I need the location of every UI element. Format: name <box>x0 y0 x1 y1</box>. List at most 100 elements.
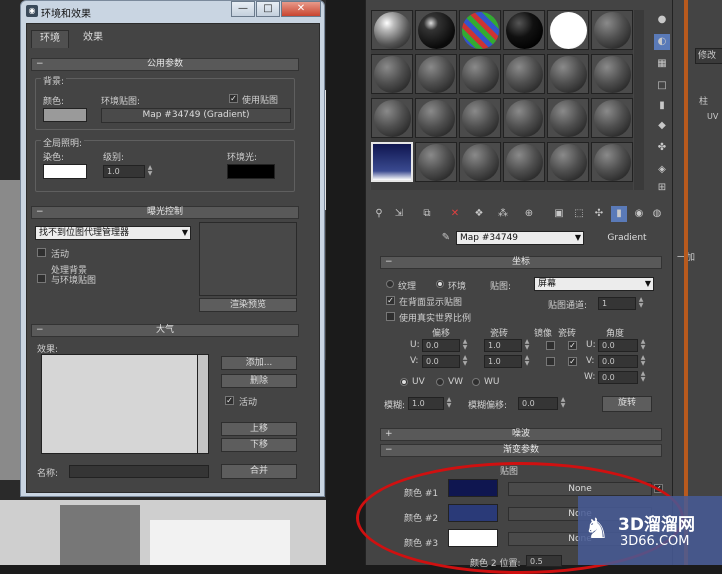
rotate-button[interactable]: 旋转 <box>602 396 652 412</box>
spinner-arrows-icon[interactable]: ▲ ▼ <box>523 355 531 367</box>
background-checker-icon[interactable]: ▦ <box>654 56 670 72</box>
effects-list[interactable] <box>41 354 209 454</box>
move-down-button[interactable]: 下移 <box>221 438 297 452</box>
u-tiling-spinner[interactable]: 1.0 <box>484 339 522 352</box>
show-map-icon[interactable]: ⬚ <box>571 206 587 222</box>
spinner-arrows-icon[interactable]: ▲ ▼ <box>523 339 531 351</box>
level-spinner[interactable]: 1.0 <box>103 165 145 178</box>
put-to-library-icon[interactable]: ⊕ <box>521 206 537 222</box>
modify-label[interactable]: 修改 <box>695 48 722 64</box>
sample-slots-scrollbar[interactable] <box>634 10 644 190</box>
tab-effects[interactable]: 效果 <box>75 30 111 48</box>
background-color-swatch[interactable] <box>43 108 87 122</box>
w-angle-spinner[interactable]: 0.0 <box>598 371 638 384</box>
make-unique-icon[interactable]: ⁂ <box>495 206 511 222</box>
spinner-arrows-icon[interactable]: ▲ ▼ <box>146 165 154 177</box>
show-map-on-back-checkbox[interactable]: ✓ <box>386 296 395 305</box>
effects-list-scrollbar[interactable] <box>197 354 209 454</box>
v-offset-spinner[interactable]: 0.0 <box>422 355 460 368</box>
pick-material-icon[interactable]: ◍ <box>649 206 665 222</box>
backlight-icon[interactable]: ◐ <box>654 34 670 50</box>
maximize-button[interactable]: □ <box>256 1 280 17</box>
sample-slot[interactable] <box>459 142 501 182</box>
eyedropper-icon[interactable]: ✎ <box>438 230 454 246</box>
exposure-header[interactable]: − 曝光控制 <box>31 206 299 219</box>
render-preview-button[interactable]: 渲染预览 <box>199 298 297 312</box>
video-color-check-icon[interactable]: ▮ <box>654 98 670 114</box>
u-offset-spinner[interactable]: 0.0 <box>422 339 460 352</box>
sample-slot[interactable] <box>415 54 457 94</box>
get-material-icon[interactable]: ⚲ <box>371 206 387 222</box>
v-tiling-spinner[interactable]: 1.0 <box>484 355 522 368</box>
go-to-parent-icon[interactable]: ▮ <box>611 206 627 222</box>
sample-slot[interactable] <box>591 98 633 138</box>
common-params-header[interactable]: − 公用参数 <box>31 58 299 71</box>
real-world-checkbox[interactable] <box>386 312 395 321</box>
wu-radio[interactable] <box>472 378 480 386</box>
blur-spinner[interactable]: 1.0 <box>408 397 444 410</box>
exposure-active-checkbox[interactable] <box>37 248 46 257</box>
sample-slot[interactable] <box>503 10 545 50</box>
title-bar[interactable]: ◉ 环境和效果 — □ ✕ <box>21 1 324 21</box>
sample-slot[interactable] <box>591 54 633 94</box>
assign-material-icon[interactable]: ⧉ <box>419 206 435 222</box>
mapping-dropdown[interactable]: 屏幕 ▼ <box>534 277 654 291</box>
sample-slot[interactable] <box>415 98 457 138</box>
delete-effect-button[interactable]: 删除 <box>221 374 297 388</box>
blur-offset-spinner[interactable]: 0.0 <box>518 397 558 410</box>
v-tile-checkbox[interactable]: ✓ <box>568 357 577 366</box>
u-tile-checkbox[interactable]: ✓ <box>568 341 577 350</box>
sample-slot[interactable] <box>591 142 633 182</box>
vw-radio[interactable] <box>436 378 444 386</box>
effect-name-field[interactable] <box>69 465 209 478</box>
environ-radio[interactable] <box>436 280 444 288</box>
exposure-type-dropdown[interactable]: 找不到位图代理管理器 ▼ <box>35 226 191 240</box>
map-channel-spinner[interactable]: 1 <box>598 297 636 310</box>
uv-radio[interactable] <box>400 378 408 386</box>
tint-color-swatch[interactable] <box>43 164 87 179</box>
sample-slot[interactable] <box>591 10 633 50</box>
material-id-icon[interactable]: ▣ <box>551 206 567 222</box>
show-end-result-icon[interactable]: ✣ <box>591 206 607 222</box>
spinner-arrows-icon[interactable]: ▲ ▼ <box>639 371 647 383</box>
sample-type-icon[interactable]: ● <box>654 12 670 28</box>
sample-slot[interactable] <box>459 98 501 138</box>
map-type-button[interactable]: Gradient <box>592 231 662 245</box>
close-button[interactable]: ✕ <box>281 1 321 17</box>
v-mirror-checkbox[interactable] <box>546 357 555 366</box>
sample-slot[interactable] <box>503 142 545 182</box>
options-icon[interactable]: ✤ <box>654 140 670 156</box>
spinner-arrows-icon[interactable]: ▲ ▼ <box>461 339 469 351</box>
u-angle-spinner[interactable]: 0.0 <box>598 339 638 352</box>
atmosphere-header[interactable]: − 大气 <box>31 324 299 337</box>
sample-slot[interactable] <box>459 54 501 94</box>
texture-radio[interactable] <box>386 280 394 288</box>
copy-material-icon[interactable]: ❖ <box>471 206 487 222</box>
sample-slot[interactable] <box>547 10 589 50</box>
atmosphere-active-checkbox[interactable]: ✓ <box>225 396 234 405</box>
uv-tiling-icon[interactable]: □ <box>654 78 670 94</box>
move-up-button[interactable]: 上移 <box>221 422 297 436</box>
sample-slot[interactable] <box>459 10 501 50</box>
sample-slot-selected[interactable] <box>371 142 413 182</box>
put-to-scene-icon[interactable]: ⇲ <box>391 206 407 222</box>
use-map-checkbox[interactable]: ✓ <box>229 94 238 103</box>
sample-slot[interactable] <box>547 98 589 138</box>
sample-slot[interactable] <box>503 98 545 138</box>
spinner-arrows-icon[interactable]: ▲ ▼ <box>461 355 469 367</box>
spinner-arrows-icon[interactable]: ▲ ▼ <box>637 297 645 309</box>
tab-environment[interactable]: 环境 <box>31 30 69 48</box>
spinner-arrows-icon[interactable]: ▲ ▼ <box>639 339 647 351</box>
minimize-button[interactable]: — <box>231 1 255 17</box>
sample-slot[interactable] <box>371 54 413 94</box>
merge-button[interactable]: 合并 <box>221 464 297 479</box>
gradient-params-header[interactable]: − 渐变参数 <box>380 444 662 457</box>
spinner-arrows-icon[interactable]: ▲ ▼ <box>445 397 453 409</box>
sample-slot[interactable] <box>415 142 457 182</box>
reset-map-icon[interactable]: ✕ <box>447 206 463 222</box>
env-map-button[interactable]: Map #34749 (Gradient) <box>101 108 291 123</box>
v-angle-spinner[interactable]: 0.0 <box>598 355 638 368</box>
u-mirror-checkbox[interactable] <box>546 341 555 350</box>
spinner-arrows-icon[interactable]: ▲ ▼ <box>559 397 567 409</box>
make-preview-icon[interactable]: ◆ <box>654 118 670 134</box>
